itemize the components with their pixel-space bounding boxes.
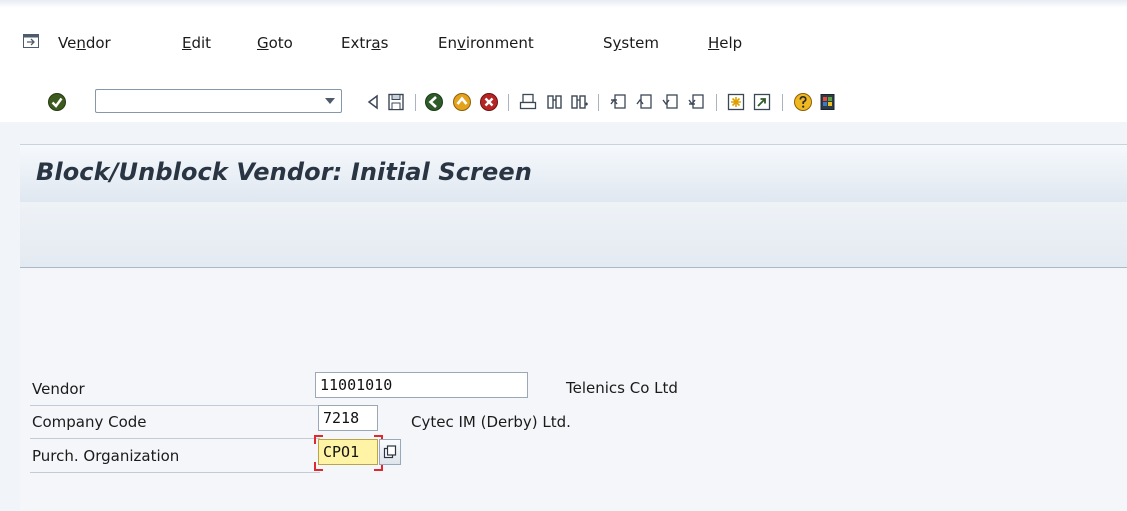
menu-vendor[interactable]: Vendor (58, 34, 111, 52)
menu-text: s (380, 34, 389, 52)
vendor-description: Telenics Co Ltd (566, 379, 678, 397)
back-icon[interactable] (424, 92, 444, 112)
toolbar-separator (782, 94, 783, 111)
menu-goto[interactable]: Goto (257, 34, 293, 52)
window-top-edge (0, 0, 1127, 8)
menu-mnemonic: n (76, 34, 86, 52)
menu-bar: Vendor Edit Goto Extras Environment Syst… (0, 0, 1127, 82)
title-bar: Block/Unblock Vendor: Initial Screen (20, 144, 1127, 202)
print-icon[interactable] (518, 92, 538, 112)
vendor-label: Vendor (32, 380, 85, 398)
menu-environment[interactable]: Environment (438, 34, 534, 52)
back-arrow-icon[interactable] (364, 92, 384, 112)
menu-mnemonic: v (456, 34, 466, 52)
application-toolbar (20, 202, 1127, 268)
menu-text: stem (621, 34, 659, 52)
cancel-icon[interactable] (479, 92, 499, 112)
row-divider (30, 405, 320, 406)
selection-form: Vendor 11001010 Telenics Co Ltd Company … (20, 269, 1127, 511)
exit-icon[interactable] (452, 92, 472, 112)
company-code-input[interactable]: 7218 (318, 405, 378, 431)
menu-text: dor (85, 34, 111, 52)
value-help-icon (383, 445, 397, 459)
menu-edit[interactable]: Edit (182, 34, 211, 52)
row-divider (30, 438, 320, 439)
row-divider (30, 472, 320, 473)
menu-text: S (603, 34, 613, 52)
last-page-icon[interactable] (686, 92, 706, 112)
menu-text: oto (268, 34, 293, 52)
first-page-icon[interactable] (608, 92, 628, 112)
company-code-label: Company Code (32, 413, 147, 431)
command-field[interactable] (95, 89, 342, 113)
help-icon[interactable] (793, 92, 813, 112)
save-icon[interactable] (386, 92, 406, 112)
find-icon[interactable] (545, 92, 565, 112)
enter-icon[interactable] (47, 92, 67, 112)
menu-mnemonic: G (257, 34, 269, 52)
next-page-icon[interactable] (660, 92, 680, 112)
value-help-button[interactable] (379, 439, 401, 465)
page-title: Block/Unblock Vendor: Initial Screen (36, 158, 532, 186)
company-code-description: Cytec IM (Derby) Ltd. (411, 413, 571, 431)
menu-system[interactable]: System (603, 34, 659, 52)
purch-org-input[interactable]: CPO1 (318, 439, 378, 465)
previous-page-icon[interactable] (634, 92, 654, 112)
toolbar-separator (415, 94, 416, 111)
system-menu-icon[interactable] (23, 34, 39, 48)
menu-text: Ve (58, 34, 77, 52)
menu-text: ironment (465, 34, 534, 52)
standard-toolbar (0, 82, 1127, 122)
menu-text: dit (191, 34, 212, 52)
menu-extras[interactable]: Extras (341, 34, 388, 52)
menu-mnemonic: H (708, 34, 720, 52)
toolbar-separator (508, 94, 509, 111)
find-next-icon[interactable] (570, 92, 590, 112)
focus-corner (314, 435, 323, 444)
menu-mnemonic: a (371, 34, 381, 52)
new-session-icon[interactable] (726, 92, 746, 112)
shortcut-icon[interactable] (752, 92, 772, 112)
focus-corner (314, 462, 323, 471)
menu-help[interactable]: Help (708, 34, 742, 52)
menu-text: Extr (341, 34, 372, 52)
customize-layout-icon[interactable] (818, 92, 838, 112)
menu-text: En (438, 34, 457, 52)
toolbar-separator (598, 94, 599, 111)
toolbar-separator (716, 94, 717, 111)
purch-org-label: Purch. Organization (32, 447, 180, 465)
chevron-down-icon[interactable] (325, 98, 335, 104)
menu-text: elp (719, 34, 743, 52)
vendor-input[interactable]: 11001010 (315, 372, 528, 398)
